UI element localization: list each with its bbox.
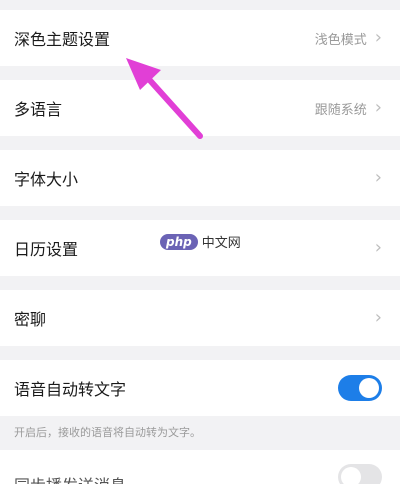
section-gap — [0, 206, 400, 220]
chevron-right-icon: › — [374, 237, 382, 258]
partial-row-label: 同步播发送消息 — [14, 472, 126, 484]
dark-theme-right: 浅色模式 › — [315, 29, 382, 48]
font-size-label: 字体大小 — [14, 170, 79, 189]
dark-theme-setting-row[interactable]: 深色主题设置 浅色模式 › — [0, 10, 400, 66]
partial-row-toggle[interactable] — [338, 464, 382, 484]
section-gap — [0, 0, 400, 10]
calendar-label: 日历设置 — [14, 240, 79, 259]
language-right: 跟随系统 › — [315, 99, 382, 118]
secret-chat-label: 密聊 — [14, 310, 47, 329]
partial-setting-row: 同步播发送消息 — [0, 450, 400, 484]
language-value: 跟随系统 — [314, 102, 367, 118]
section-gap — [0, 66, 400, 80]
dark-theme-label: 深色主题设置 — [14, 30, 111, 49]
section-gap — [0, 346, 400, 360]
voice-to-text-label: 语音自动转文字 — [14, 380, 127, 399]
watermark: php 中文网 — [160, 232, 241, 251]
secret-chat-setting-row[interactable]: 密聊 › — [0, 290, 400, 346]
dark-theme-value: 浅色模式 — [314, 32, 367, 48]
chevron-right-icon: › — [374, 27, 382, 48]
watermark-text: 中文网 — [201, 236, 241, 251]
chevron-right-icon: › — [374, 97, 382, 118]
font-size-setting-row[interactable]: 字体大小 › — [0, 150, 400, 206]
section-gap — [0, 276, 400, 290]
language-setting-row[interactable]: 多语言 跟随系统 › — [0, 80, 400, 136]
chevron-right-icon: › — [374, 167, 382, 188]
voice-to-text-note: 开启后，接收的语音将自动转为文字。 — [0, 416, 400, 450]
voice-to-text-toggle[interactable] — [338, 375, 382, 401]
section-gap — [0, 136, 400, 150]
voice-to-text-setting-row: 语音自动转文字 — [0, 360, 400, 416]
chevron-right-icon: › — [374, 307, 382, 328]
watermark-logo: php — [160, 233, 198, 250]
language-label: 多语言 — [14, 100, 63, 119]
